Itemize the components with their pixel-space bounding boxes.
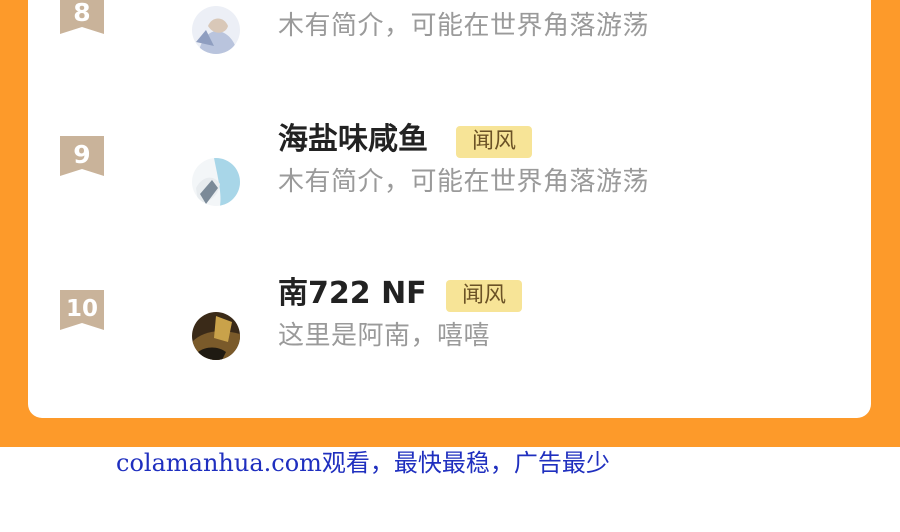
page: 8 木有简介，可能在世界角落游荡 9 海盐味咸鱼 闻风 木有简介，可能在世界角落… [0,0,900,532]
site-watermark-link[interactable]: colamanhua.com观看，最快最稳，广告最少 [116,448,610,478]
rank-number: 10 [65,296,98,322]
rank-badge: 9 [60,136,104,180]
user-avatar[interactable] [192,6,240,54]
rank-badge: 10 [60,290,104,334]
ranking-row[interactable]: 8 木有简介，可能在世界角落游荡 [28,0,871,54]
user-bio: 木有简介，可能在世界角落游荡 [278,11,650,41]
rank-number: 9 [73,140,91,169]
ranking-row[interactable]: 10 南722 NF 闻风 这里是阿南，嘻嘻 [28,254,871,394]
rank-number: 8 [73,0,91,27]
ranking-card: 8 木有简介，可能在世界角落游荡 9 海盐味咸鱼 闻风 木有简介，可能在世界角落… [28,0,871,418]
user-name[interactable]: 南722 NF [278,276,427,312]
user-bio: 这里是阿南，嘻嘻 [278,321,491,351]
user-bio: 木有简介，可能在世界角落游荡 [278,167,650,197]
rank-badge: 8 [60,0,104,38]
avatar-image [192,6,240,54]
avatar-image [192,312,240,360]
avatar-image [192,158,240,206]
user-tag: 闻风 [456,126,533,158]
user-avatar[interactable] [192,312,240,360]
user-tag: 闻风 [446,280,523,312]
user-avatar[interactable] [192,158,240,206]
ranking-row[interactable]: 9 海盐味咸鱼 闻风 木有简介，可能在世界角落游荡 [28,100,871,240]
user-name[interactable]: 海盐味咸鱼 [278,122,428,158]
